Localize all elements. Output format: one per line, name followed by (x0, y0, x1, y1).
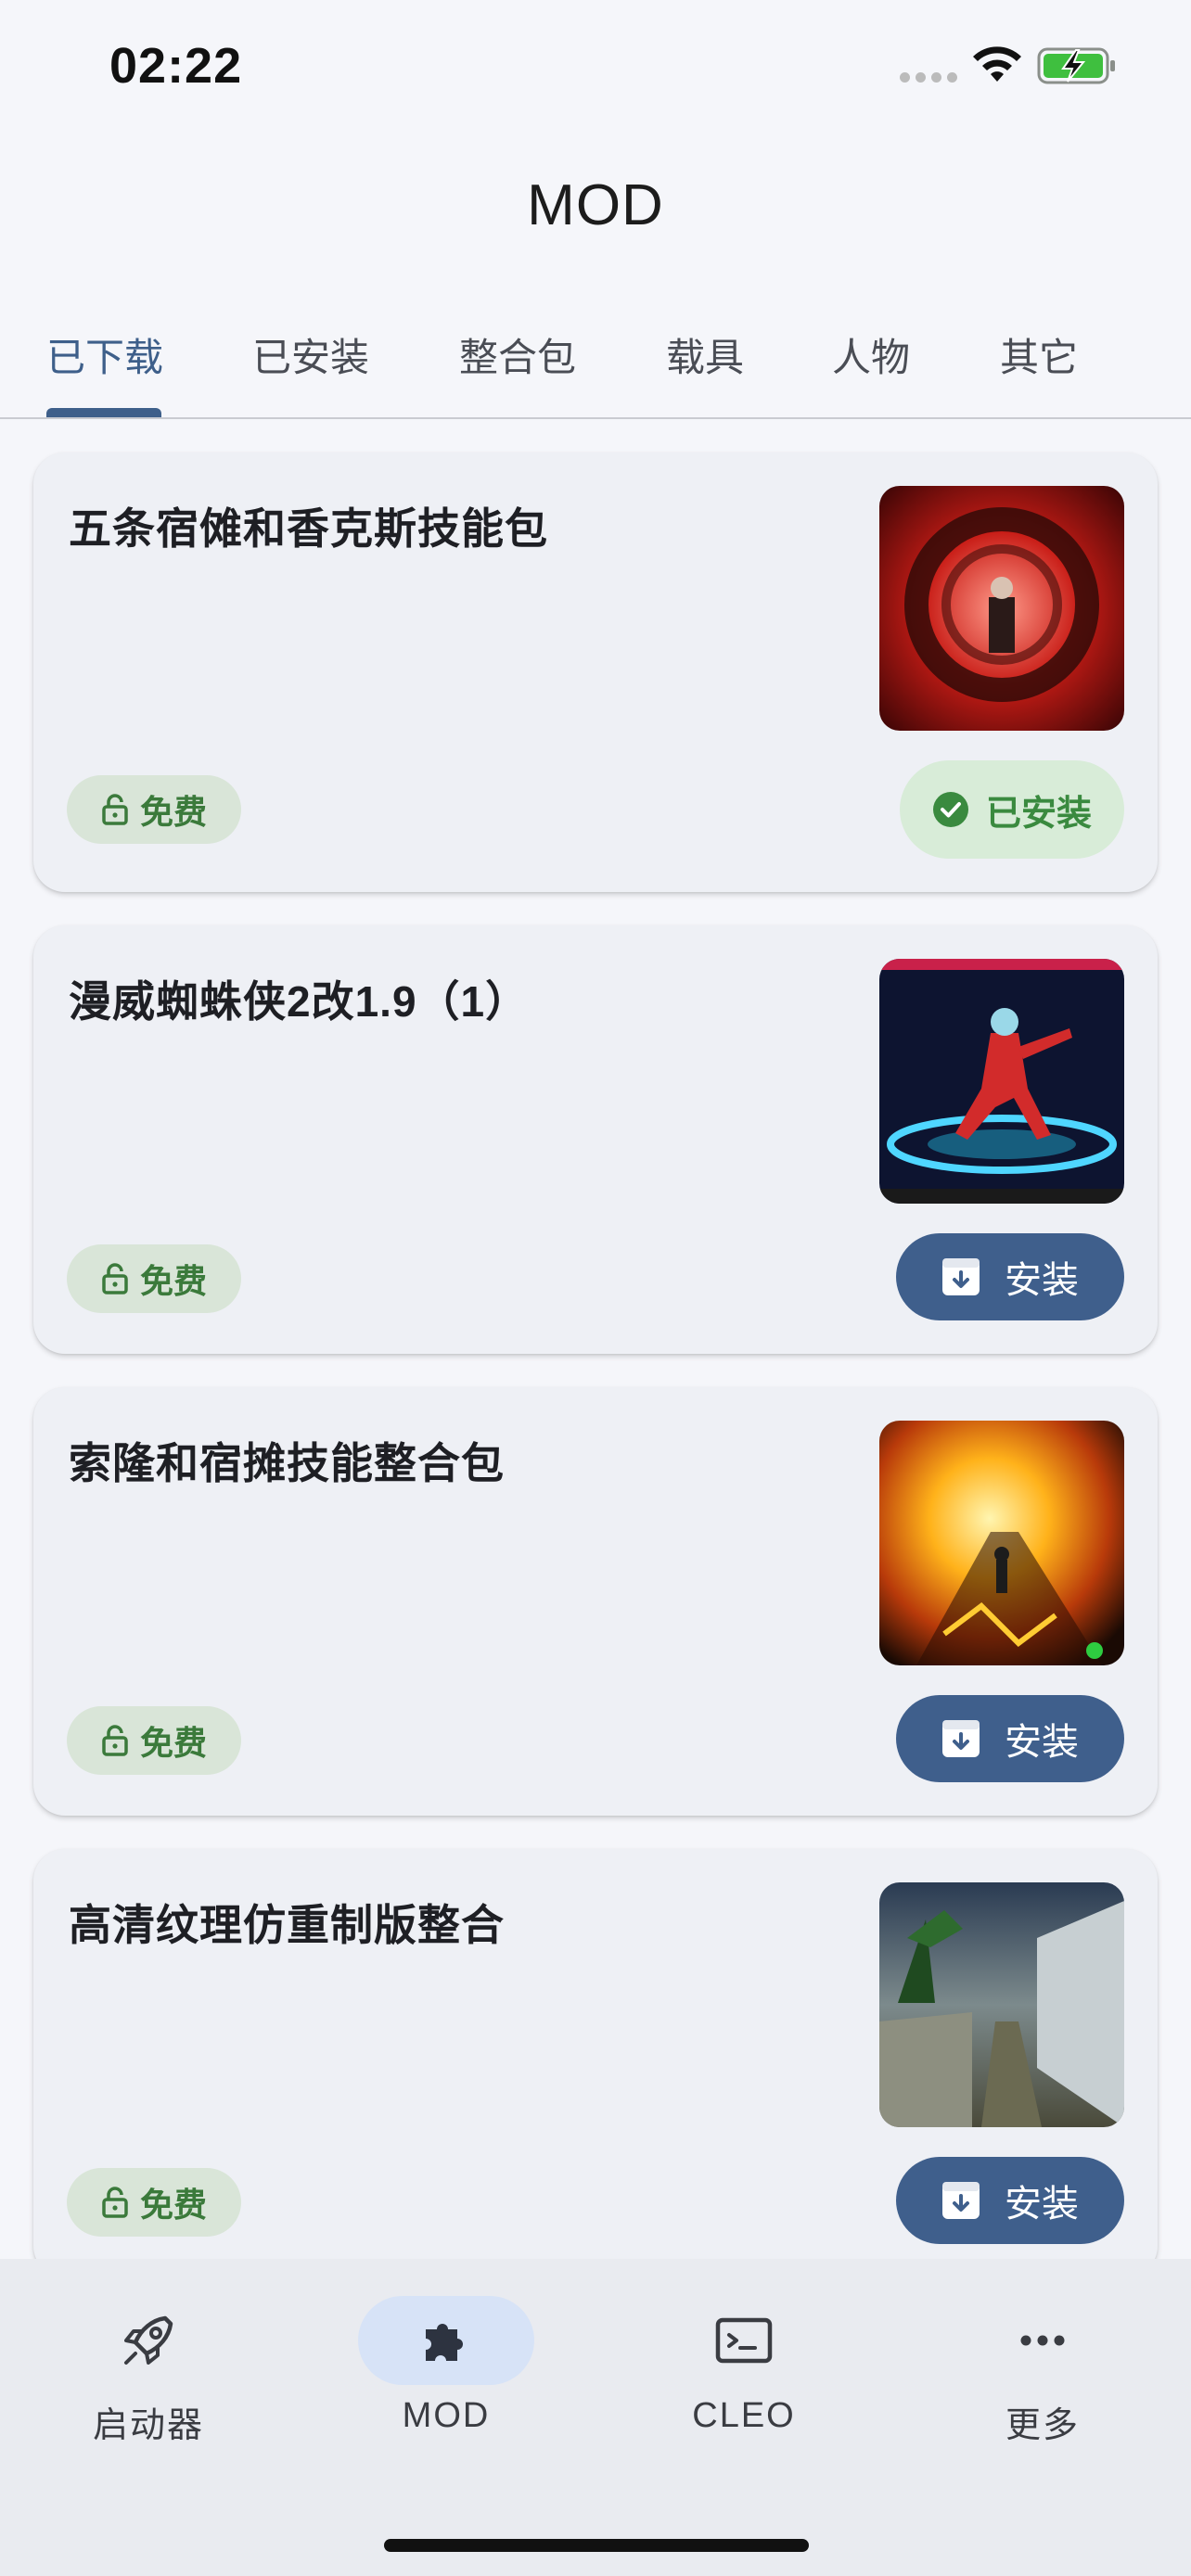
free-badge: 免费 (67, 775, 241, 844)
installed-label: 已安装 (985, 794, 1092, 834)
nav-item-more[interactable]: 更多 (931, 2296, 1154, 2447)
nav-label: CLEO (692, 2396, 796, 2435)
nav-item-launcher[interactable]: 启动器 (37, 2296, 260, 2447)
mod-thumbnail (879, 1882, 1124, 2127)
wifi-icon (973, 46, 1021, 82)
installed-status-button[interactable]: 已安装 (900, 760, 1124, 859)
lock-open-icon (102, 1725, 128, 1756)
free-label: 免费 (139, 2186, 207, 2224)
nav-label: MOD (402, 2396, 491, 2435)
archive-icon (942, 1720, 980, 1757)
bottom-navigation: 启动器 MOD CLEO 更多 (0, 2259, 1191, 2576)
install-label: 安装 (1005, 1722, 1079, 1763)
lock-open-icon (102, 794, 128, 825)
free-badge: 免费 (67, 2168, 241, 2237)
install-label: 安装 (1005, 1260, 1079, 1301)
mod-thumbnail (879, 959, 1124, 1204)
free-badge: 免费 (67, 1706, 241, 1775)
check-circle-icon (932, 792, 968, 827)
mod-thumbnail (879, 1421, 1124, 1665)
archive-icon (942, 2182, 980, 2219)
free-label: 免费 (139, 793, 207, 831)
lock-open-icon (102, 2187, 128, 2218)
nav-label: 更多 (1005, 2406, 1080, 2445)
status-bar: 02:22 (0, 0, 1191, 130)
free-label: 免费 (139, 1262, 207, 1300)
tab-downloaded[interactable]: 已下载 (46, 326, 163, 410)
tab-installed[interactable]: 已安装 (252, 326, 369, 410)
mod-card[interactable]: 高清纹理仿重制版整合 免费 安装 (33, 1849, 1158, 2277)
battery-charging-icon (1037, 47, 1115, 84)
mod-title: 漫威蜘蛛侠2改1.9（1） (69, 977, 530, 1026)
nav-item-mod[interactable]: MOD (335, 2296, 557, 2436)
install-button[interactable]: 安装 (896, 1233, 1124, 1320)
free-label: 免费 (139, 1724, 207, 1762)
install-label: 安装 (1005, 2184, 1079, 2225)
rocket-icon (124, 2315, 173, 2365)
install-button[interactable]: 安装 (896, 2157, 1124, 2244)
more-icon (1020, 2335, 1065, 2346)
home-indicator[interactable] (384, 2539, 809, 2552)
page-title: MOD (527, 173, 664, 237)
terminal-icon (715, 2317, 773, 2364)
install-button[interactable]: 安装 (896, 1695, 1124, 1782)
tab-vehicles[interactable]: 载具 (666, 326, 744, 410)
mod-thumbnail (879, 486, 1124, 731)
mod-title: 五条宿傩和香克斯技能包 (69, 504, 548, 553)
nav-item-cleo[interactable]: CLEO (633, 2296, 855, 2436)
mod-title: 高清纹理仿重制版整合 (69, 1901, 505, 1949)
tab-others[interactable]: 其它 (1000, 326, 1078, 410)
cellular-signal-icon (900, 72, 957, 83)
puzzle-icon (426, 2324, 463, 2361)
tab-characters[interactable]: 人物 (832, 326, 910, 410)
mod-card[interactable]: 五条宿傩和香克斯技能包 免费 已安装 (33, 453, 1158, 892)
mod-card[interactable]: 漫威蜘蛛侠2改1.9（1） 免费 安装 (33, 925, 1158, 1354)
tab-bundles[interactable]: 整合包 (459, 326, 576, 410)
status-time: 02:22 (109, 38, 243, 94)
tabs-divider (0, 417, 1191, 419)
nav-label: 启动器 (92, 2406, 204, 2445)
free-badge: 免费 (67, 1244, 241, 1313)
archive-icon (942, 1258, 980, 1295)
tab-bar: 已下载 已安装 整合包 载具 人物 其它 (0, 315, 1191, 419)
mod-title: 索隆和宿摊技能整合包 (69, 1439, 505, 1487)
lock-open-icon (102, 1263, 128, 1294)
mod-card[interactable]: 索隆和宿摊技能整合包 免费 安装 (33, 1387, 1158, 1816)
